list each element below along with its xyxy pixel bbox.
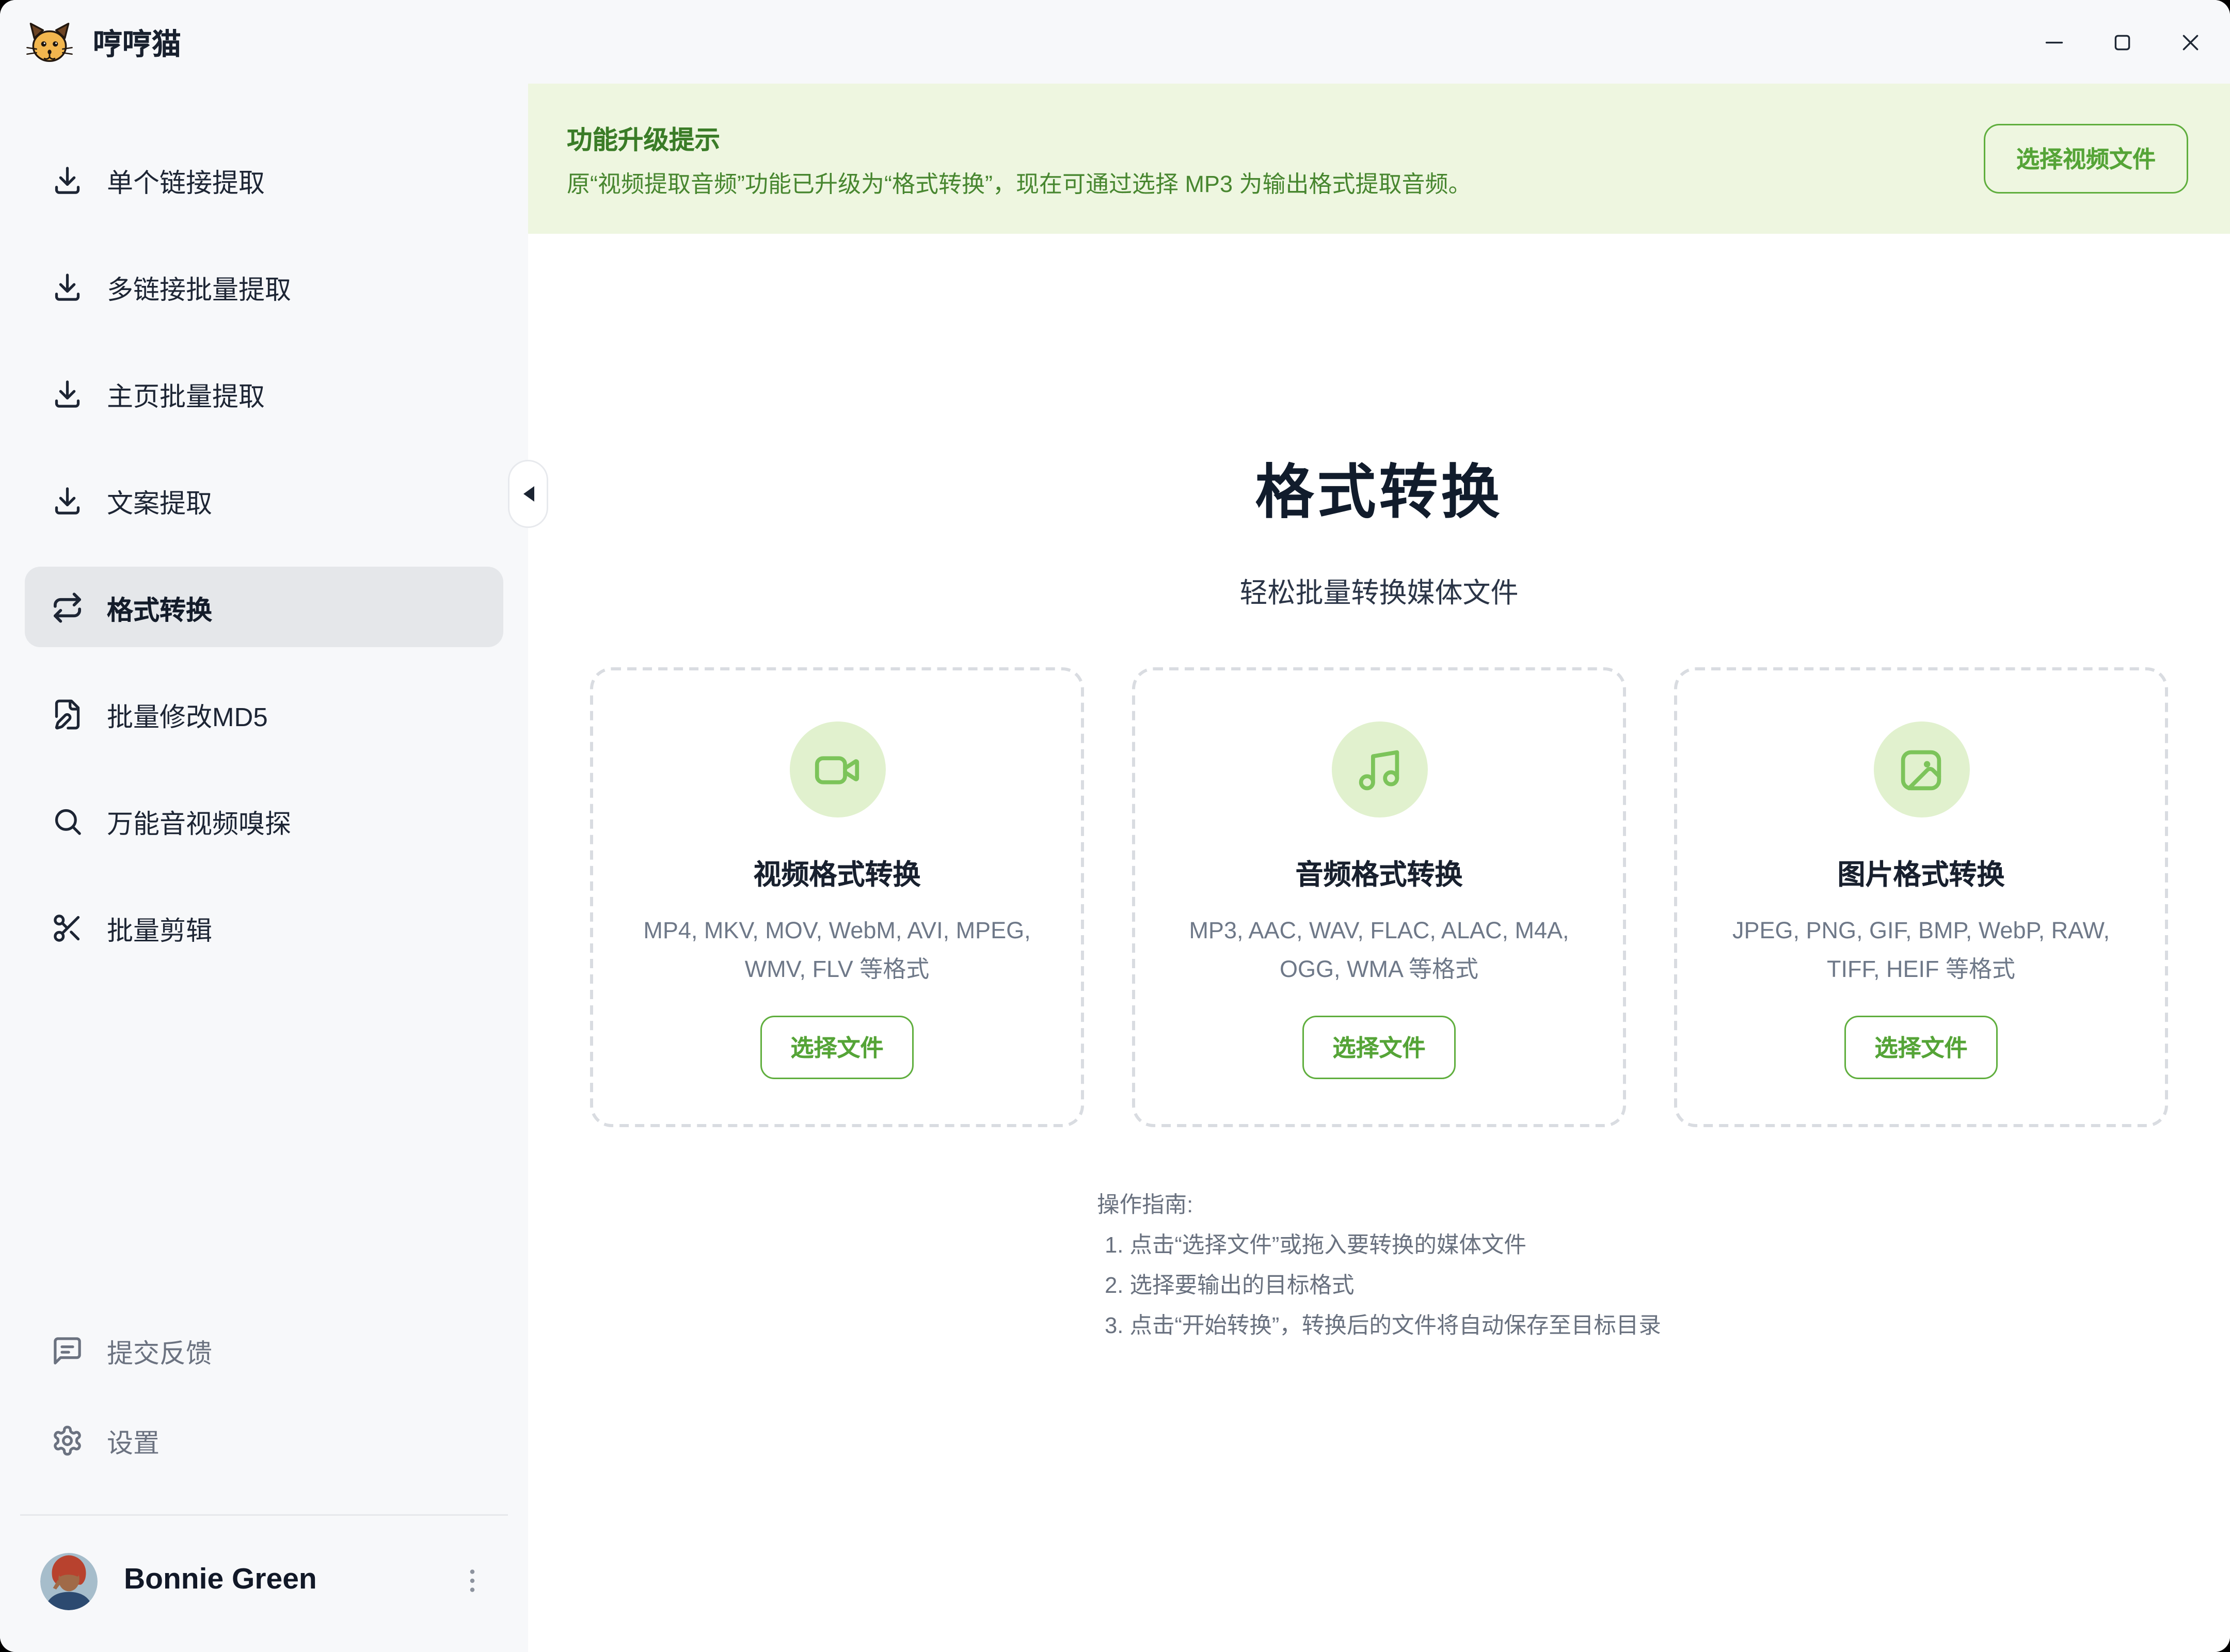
card-desc: MP3, AAC, WAV, FLAC, ALAC, M4A, OGG, WMA…: [1166, 912, 1593, 989]
sidebar-item-single-link-extract[interactable]: 单个链接提取: [25, 139, 503, 220]
sidebar-item-format-convert[interactable]: 格式转换: [25, 567, 503, 647]
banner-title: 功能升级提示: [567, 119, 1472, 156]
settings-gear-icon: [51, 1424, 84, 1456]
page-title: 格式转换: [528, 444, 2230, 530]
card-title: 音频格式转换: [1135, 853, 1623, 893]
scissors-icon: [51, 911, 84, 944]
title-bar: 哼哼猫: [0, 0, 2230, 84]
video-convert-card: 视频格式转换 MP4, MKV, MOV, WebM, AVI, MPEG, W…: [590, 667, 1084, 1127]
sidebar-item-label: 多链接批量提取: [107, 267, 291, 306]
sidebar: 单个链接提取 多链接批量提取 主页批量提取: [0, 84, 528, 1652]
sidebar-nav: 单个链接提取 多链接批量提取 主页批量提取: [0, 139, 528, 994]
page-subtitle: 轻松批量转换媒体文件: [528, 571, 2230, 612]
image-convert-card: 图片格式转换 JPEG, PNG, GIF, BMP, WebP, RAW, T…: [1674, 667, 2168, 1127]
select-file-button-video[interactable]: 选择文件: [761, 1016, 913, 1079]
sidebar-item-batch-modify-md5[interactable]: 批量修改MD5: [25, 673, 503, 754]
repeat-icon: [51, 591, 84, 623]
card-desc: JPEG, PNG, GIF, BMP, WebP, RAW, TIFF, HE…: [1708, 912, 2135, 989]
card-title: 图片格式转换: [1677, 853, 2165, 893]
sidebar-item-label: 万能音视频嗅探: [107, 801, 291, 840]
download-icon: [51, 164, 84, 196]
close-icon[interactable]: [2168, 20, 2211, 63]
operation-guide: 操作指南: 1. 点击“选择文件”或拖入要转换的媒体文件 2. 选择要输出的目标…: [1097, 1186, 1661, 1347]
sidebar-item-label: 批量剪辑: [107, 908, 212, 947]
sidebar-item-label: 文案提取: [107, 481, 212, 520]
sidebar-item-settings[interactable]: 设置: [25, 1400, 503, 1480]
sidebar-item-label: 批量修改MD5: [107, 695, 268, 733]
app-body: 单个链接提取 多链接批量提取 主页批量提取: [0, 84, 2230, 1652]
chevron-left-icon: [523, 486, 534, 502]
sidebar-item-universal-sniffer[interactable]: 万能音视频嗅探: [25, 780, 503, 861]
avatar: [40, 1552, 98, 1610]
main-panel: 功能升级提示 原“视频提取音频”功能已升级为“格式转换”，现在可通过选择 MP3…: [528, 84, 2230, 1652]
window-controls: [2032, 20, 2211, 63]
guide-step: 2. 选择要输出的目标格式: [1097, 1266, 1661, 1307]
sidebar-item-homepage-batch-extract[interactable]: 主页批量提取: [25, 353, 503, 434]
minimize-icon[interactable]: [2032, 20, 2075, 63]
banner-text: 功能升级提示 原“视频提取音频”功能已升级为“格式转换”，现在可通过选择 MP3…: [567, 119, 1472, 199]
sidebar-item-batch-clip[interactable]: 批量剪辑: [25, 887, 503, 968]
sidebar-item-copy-extract[interactable]: 文案提取: [25, 460, 503, 540]
sidebar-item-label: 设置: [107, 1421, 160, 1459]
app-window: 哼哼猫: [0, 0, 2230, 1652]
converter-cards: 视频格式转换 MP4, MKV, MOV, WebM, AVI, MPEG, W…: [528, 667, 2230, 1127]
user-profile[interactable]: Bonnie Green: [22, 1531, 506, 1630]
download-icon: [51, 377, 84, 410]
select-file-button-image[interactable]: 选择文件: [1845, 1016, 1997, 1079]
banner-body: 原“视频提取音频”功能已升级为“格式转换”，现在可通过选择 MP3 为输出格式提…: [567, 167, 1472, 199]
guide-step: 3. 点击“开始转换”，转换后的文件将自动保存至目标目录: [1097, 1307, 1661, 1347]
sidebar-divider: [20, 1514, 508, 1516]
app-logo-cat-icon: [26, 19, 73, 65]
card-title: 视频格式转换: [593, 853, 1081, 893]
content: 格式转换 轻松批量转换媒体文件 视频格式转换 MP4, MKV, MOV, We…: [528, 444, 2230, 1347]
sidebar-item-multi-link-batch-extract[interactable]: 多链接批量提取: [25, 246, 503, 327]
download-icon: [51, 270, 84, 303]
select-file-button-audio[interactable]: 选择文件: [1303, 1016, 1455, 1079]
card-desc: MP4, MKV, MOV, WebM, AVI, MPEG, WMV, FLV…: [624, 912, 1051, 989]
music-icon: [1331, 721, 1427, 817]
stage: 哼哼猫: [0, 0, 2230, 1652]
sidebar-item-label: 主页批量提取: [107, 374, 265, 413]
search-icon: [51, 805, 84, 837]
download-icon: [51, 484, 84, 517]
video-icon: [789, 721, 885, 817]
upgrade-banner: 功能升级提示 原“视频提取音频”功能已升级为“格式转换”，现在可通过选择 MP3…: [528, 84, 2230, 234]
app-title: 哼哼猫: [93, 21, 181, 63]
sidebar-item-label: 提交反馈: [107, 1331, 212, 1370]
feedback-icon: [51, 1334, 84, 1367]
guide-title: 操作指南:: [1097, 1186, 1661, 1226]
sidebar-item-label: 格式转换: [107, 588, 212, 627]
sidebar-collapse-handle[interactable]: [508, 460, 548, 528]
sidebar-item-feedback[interactable]: 提交反馈: [25, 1310, 503, 1390]
user-name: Bonnie Green: [124, 1564, 317, 1598]
sidebar-item-label: 单个链接提取: [107, 161, 265, 199]
sidebar-spacer: [0, 994, 528, 1310]
select-video-file-button[interactable]: 选择视频文件: [1984, 124, 2188, 194]
image-icon: [1873, 721, 1969, 817]
file-pen-icon: [51, 698, 84, 730]
guide-step: 1. 点击“选择文件”或拖入要转换的媒体文件: [1097, 1226, 1661, 1266]
maximize-icon[interactable]: [2100, 20, 2143, 63]
kebab-menu-icon[interactable]: [454, 1562, 491, 1599]
audio-convert-card: 音频格式转换 MP3, AAC, WAV, FLAC, ALAC, M4A, O…: [1132, 667, 1626, 1127]
